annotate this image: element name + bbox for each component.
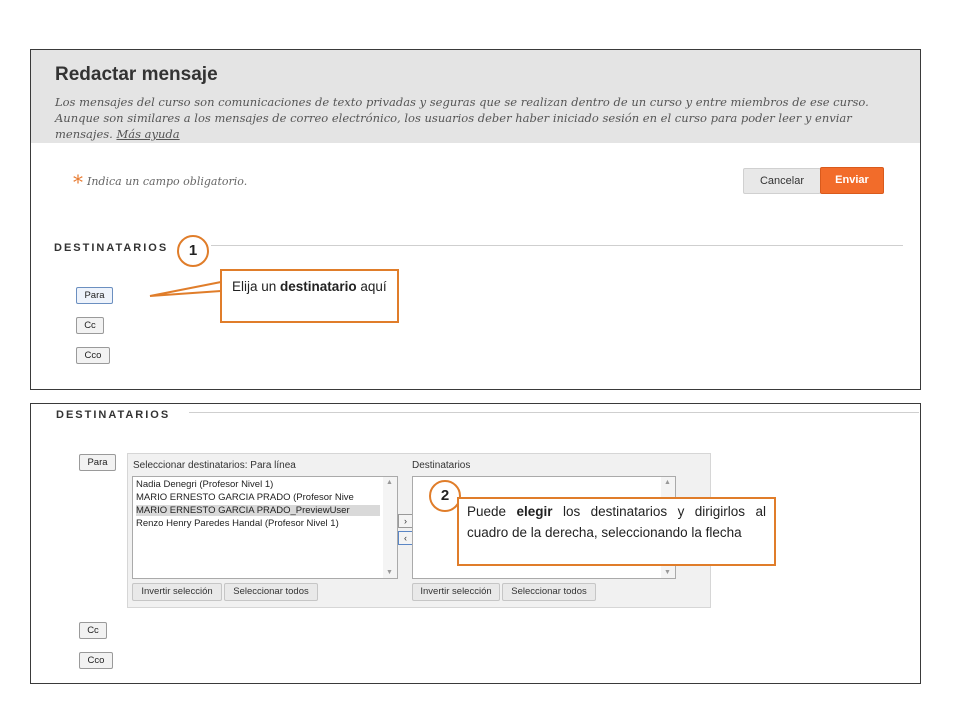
to-button-2[interactable]: Para: [79, 454, 116, 471]
callout-1-text-bold: destinatario: [280, 279, 357, 294]
scroll-up-icon[interactable]: ▲: [664, 479, 671, 486]
callout-1-text-before: Elija un: [232, 279, 277, 294]
invert-selection-button-right[interactable]: Invertir selección: [412, 583, 500, 601]
move-left-arrow-icon[interactable]: ‹: [398, 531, 413, 545]
available-recipients-list[interactable]: Nadia Denegri (Profesor Nivel 1) MARIO E…: [132, 476, 398, 579]
scroll-down-icon[interactable]: ▼: [386, 569, 393, 576]
list-item[interactable]: MARIO ERNESTO GARCIA PRADO (Profesor Niv…: [136, 492, 354, 503]
list-item-selected[interactable]: MARIO ERNESTO GARCIA PRADO_PreviewUser: [136, 505, 380, 516]
callout-2-text-after: los destinatarios y dirigirlos al cuadro…: [467, 504, 766, 540]
bcc-button-2[interactable]: Cco: [79, 652, 113, 669]
scroll-up-icon[interactable]: ▲: [386, 479, 393, 486]
list-item[interactable]: Renzo Henry Paredes Handal (Profesor Niv…: [136, 518, 339, 529]
callout-1-text-after: aquí: [360, 279, 387, 294]
section-divider-2: [189, 412, 919, 413]
invert-selection-button-left[interactable]: Invertir selección: [132, 583, 222, 601]
callout-2-text-bold: elegir: [516, 504, 553, 519]
callout-2-text-before: Puede: [467, 504, 507, 519]
scroll-down-icon[interactable]: ▼: [664, 569, 671, 576]
cc-button-2[interactable]: Cc: [79, 622, 107, 639]
select-all-button-left[interactable]: Seleccionar todos: [224, 583, 318, 601]
recipients-list-label: Destinatarios: [412, 460, 471, 471]
available-list-label: Seleccionar destinatarios: Para línea: [133, 460, 296, 471]
list-item[interactable]: Nadia Denegri (Profesor Nivel 1): [136, 479, 273, 490]
recipients-section-title-2: DESTINATARIOS: [56, 409, 171, 421]
available-list-scrollbar[interactable]: ▲ ▼: [383, 477, 397, 578]
callout-1: Elija un destinatario aquí: [220, 269, 399, 323]
callout-2: Puede elegir los destinatarios y dirigir…: [457, 497, 776, 566]
select-all-button-right[interactable]: Seleccionar todos: [502, 583, 596, 601]
move-right-arrow-icon[interactable]: ›: [398, 514, 413, 528]
